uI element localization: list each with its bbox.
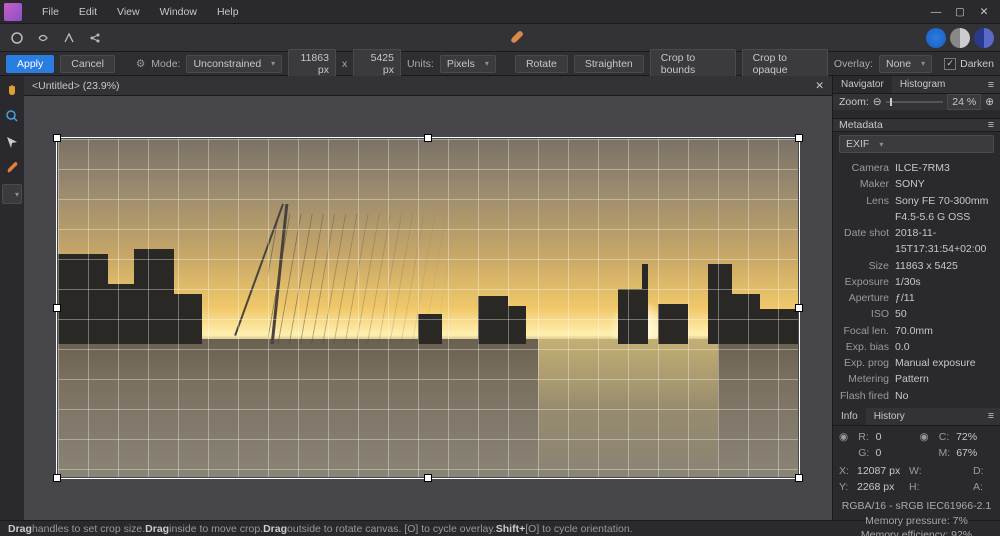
meta-key: Lens	[839, 193, 895, 226]
window-minimize[interactable]: —	[924, 3, 948, 21]
menu-bar: File Edit View Window Help — ▢ ✕	[0, 0, 1000, 24]
info-format: RGBA/16 - sRGB IEC61966-2.1	[839, 499, 994, 514]
brush-color-icon[interactable]	[505, 27, 527, 49]
eyedropper-icon: ◉	[839, 430, 852, 446]
meta-value: 70.0mm	[895, 323, 994, 339]
meta-key: Size	[839, 258, 895, 274]
meta-key: Metering	[839, 371, 895, 387]
menu-window[interactable]: Window	[150, 3, 207, 21]
units-label: Units:	[407, 58, 434, 70]
apply-button[interactable]: Apply	[6, 55, 54, 73]
meta-key: Exp. prog	[839, 355, 895, 371]
tab-navigator[interactable]: Navigator	[833, 76, 892, 93]
meta-key: Exposure	[839, 274, 895, 290]
meta-value: SONY	[895, 176, 994, 192]
meta-value: ƒ/11	[895, 290, 994, 306]
zoom-in-icon[interactable]: ⊕	[985, 96, 994, 108]
gear-icon[interactable]: ⚙	[136, 58, 145, 70]
meta-value: Manual exposure	[895, 355, 994, 371]
window-maximize[interactable]: ▢	[948, 3, 972, 21]
image-canvas[interactable]	[58, 139, 798, 477]
document-tab[interactable]: <Untitled> (23.9%) ✕	[24, 76, 832, 96]
meta-key: Camera	[839, 160, 895, 176]
right-panel: Navigator Histogram ≡ Zoom: ⊖ 24 % ⊕ Met…	[832, 76, 1000, 520]
darken-checkbox[interactable]: ✓Darken	[944, 58, 994, 70]
crop-opaque-button[interactable]: Crop to opaque	[742, 49, 828, 79]
adjustment-icon-2[interactable]	[950, 28, 970, 48]
brush-tool[interactable]	[2, 158, 22, 178]
straighten-button[interactable]: Straighten	[574, 55, 644, 73]
meta-key: Exp. bias	[839, 339, 895, 355]
crop-bounds-button[interactable]: Crop to bounds	[650, 49, 736, 79]
app-logo	[4, 3, 22, 21]
panel-menu-icon[interactable]: ≡	[988, 119, 994, 131]
metadata-title: Metadata	[839, 119, 883, 131]
meta-key: Maker	[839, 176, 895, 192]
canvas-area: <Untitled> (23.9%) ✕	[24, 76, 832, 520]
width-input[interactable]: 11863 px	[288, 49, 336, 79]
move-tool[interactable]	[2, 132, 22, 152]
meta-key: Aperture	[839, 290, 895, 306]
meta-value: 2018-11-15T17:31:54+02:00	[895, 225, 994, 258]
meta-key: Focal len.	[839, 323, 895, 339]
eyedropper-icon: ◉	[919, 430, 932, 446]
meta-value: Sony FE 70-300mm F4.5-5.6 G OSS	[895, 193, 994, 226]
meta-value: ILCE-7RM3	[895, 160, 994, 176]
info-mem-pressure: Memory pressure: 7%	[839, 514, 994, 529]
close-icon[interactable]: ✕	[815, 80, 824, 92]
viewport[interactable]	[24, 96, 832, 520]
meta-value: 1/30s	[895, 274, 994, 290]
meta-value: 0.0	[895, 339, 994, 355]
meta-key: Date shot	[839, 225, 895, 258]
zoom-label: Zoom:	[839, 96, 869, 108]
meta-value: No	[895, 388, 994, 404]
tab-histogram[interactable]: Histogram	[892, 76, 954, 93]
mode-select[interactable]: Unconstrained	[186, 55, 282, 73]
persona-toolbar	[0, 24, 1000, 52]
document-title: <Untitled> (23.9%)	[32, 80, 120, 92]
height-input[interactable]: 5425 px	[353, 49, 401, 79]
tool-palette	[0, 76, 24, 520]
overlay-label: Overlay:	[834, 58, 873, 70]
tab-info[interactable]: Info	[833, 408, 866, 425]
mode-label: Mode:	[151, 58, 180, 70]
meta-key: ISO	[839, 306, 895, 322]
hand-tool[interactable]	[2, 80, 22, 100]
develop-persona-icon[interactable]	[58, 27, 80, 49]
cancel-button[interactable]: Cancel	[60, 55, 115, 73]
photo-persona-icon[interactable]	[6, 27, 28, 49]
menu-help[interactable]: Help	[207, 3, 249, 21]
meta-key: Flash fired	[839, 388, 895, 404]
crop-tool[interactable]	[2, 184, 22, 204]
export-persona-icon[interactable]	[84, 27, 106, 49]
zoom-slider[interactable]	[886, 101, 944, 103]
zoom-out-icon[interactable]: ⊖	[873, 96, 882, 108]
info-mem-eff: Memory efficiency: 92%	[839, 528, 994, 536]
overlay-select[interactable]: None	[879, 55, 932, 73]
panel-menu-icon[interactable]: ≡	[982, 410, 1000, 422]
liquify-persona-icon[interactable]	[32, 27, 54, 49]
adjustment-icon-3[interactable]	[974, 28, 994, 48]
meta-value: 50	[895, 306, 994, 322]
zoom-tool[interactable]	[2, 106, 22, 126]
meta-value: Pattern	[895, 371, 994, 387]
menu-view[interactable]: View	[107, 3, 150, 21]
crop-options-bar: Apply Cancel ⚙ Mode: Unconstrained 11863…	[0, 52, 1000, 76]
metadata-list: CameraILCE-7RM3MakerSONYLensSony FE 70-3…	[833, 156, 1000, 408]
menu-file[interactable]: File	[32, 3, 69, 21]
meta-value: 11863 x 5425	[895, 258, 994, 274]
menu-edit[interactable]: Edit	[69, 3, 107, 21]
units-select[interactable]: Pixels	[440, 55, 496, 73]
panel-menu-icon[interactable]: ≡	[982, 79, 1000, 91]
metadata-category-select[interactable]: EXIF	[839, 135, 994, 153]
adjustment-icon-1[interactable]	[926, 28, 946, 48]
x-label: x	[342, 58, 347, 70]
tab-history[interactable]: History	[866, 408, 913, 425]
window-close[interactable]: ✕	[972, 3, 996, 21]
info-panel: ◉ R:0 ◉ C:72% G:0 M:67% X:12087 px W: D:…	[833, 426, 1000, 536]
rotate-button[interactable]: Rotate	[515, 55, 568, 73]
zoom-value[interactable]: 24 %	[947, 94, 981, 110]
